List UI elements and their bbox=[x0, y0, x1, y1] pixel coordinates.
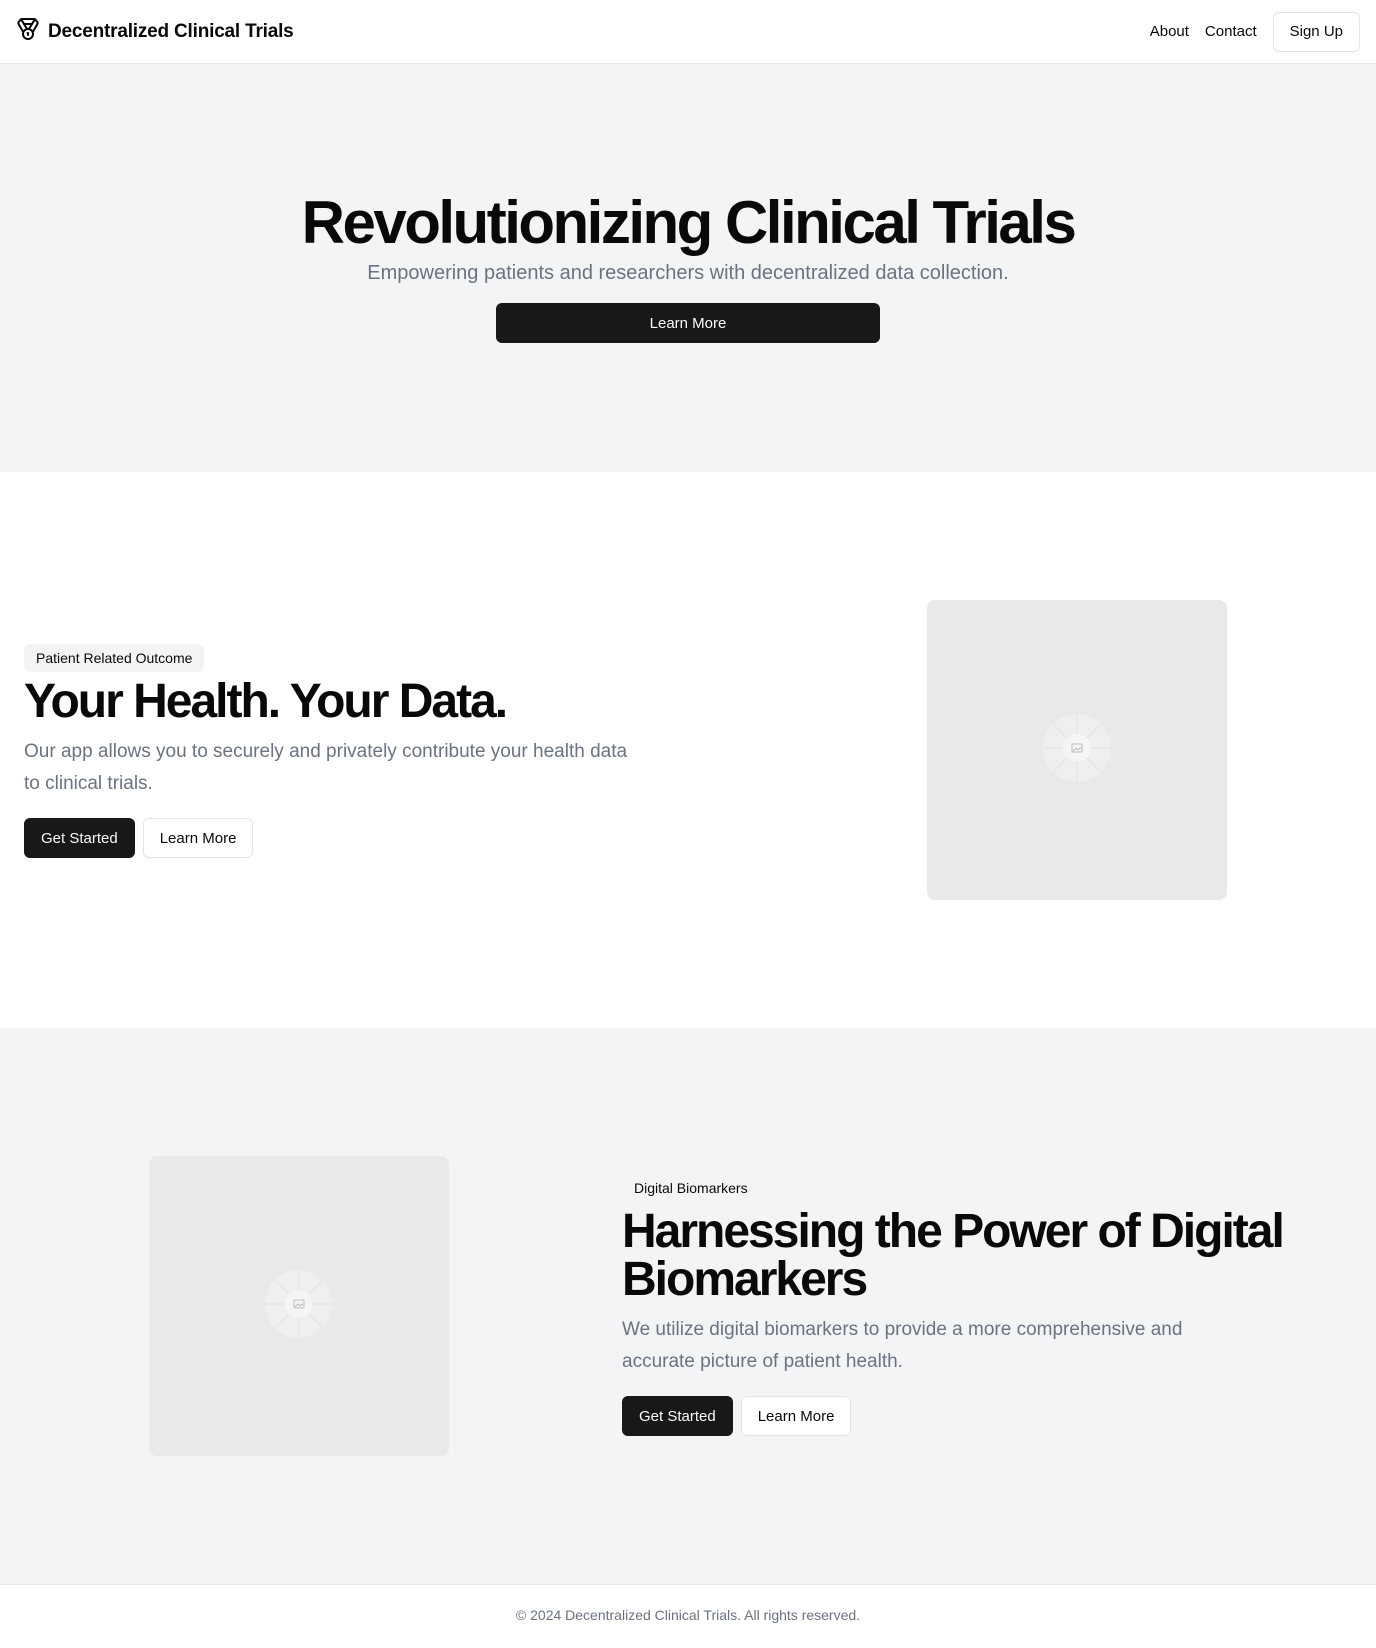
site-footer: © 2024 Decentralized Clinical Trials. Al… bbox=[0, 1584, 1376, 1644]
feature-description: We utilize digital biomarkers to provide… bbox=[622, 1319, 1183, 1372]
feature-section-digital-biomarkers: Digital Biomarkers Harnessing the Power … bbox=[0, 1028, 1376, 1584]
feature-description: Our app allows you to securely and priva… bbox=[24, 741, 628, 794]
learn-more-button[interactable]: Learn More bbox=[740, 1396, 852, 1436]
feature-title: Harnessing the Power of Digital Biomarke… bbox=[622, 1205, 1285, 1306]
get-started-button[interactable]: Get Started bbox=[24, 818, 135, 858]
feature-badge: Digital Biomarkers bbox=[634, 1180, 748, 1196]
feature-image-placeholder bbox=[927, 600, 1227, 900]
nav-contact-link[interactable]: Contact bbox=[1205, 23, 1257, 40]
site-header: Decentralized Clinical Trials About Cont… bbox=[0, 0, 1376, 64]
hero-learn-more-button[interactable]: Learn More bbox=[496, 303, 880, 343]
feature-actions: Get Started Learn More bbox=[24, 818, 644, 858]
brand-name: Decentralized Clinical Trials bbox=[48, 20, 294, 42]
feature-badge: Patient Related Outcome bbox=[24, 644, 205, 672]
learn-more-button[interactable]: Learn More bbox=[142, 818, 254, 858]
feature-image-placeholder bbox=[149, 1156, 449, 1456]
feature-text: Patient Related Outcome Your Health. You… bbox=[24, 644, 644, 858]
hero-subtitle: Empowering patients and researchers with… bbox=[367, 262, 1009, 284]
image-placeholder-icon bbox=[263, 1268, 335, 1345]
feature-text: Digital Biomarkers Harnessing the Power … bbox=[622, 1174, 1322, 1436]
feature-title: Your Health. Your Data. bbox=[24, 675, 508, 728]
main-nav: About Contact Sign Up bbox=[1150, 11, 1360, 52]
hero-title: Revolutionizing Clinical Trials bbox=[301, 189, 1077, 256]
get-started-button[interactable]: Get Started bbox=[622, 1396, 733, 1436]
medal-icon bbox=[16, 17, 40, 46]
sign-up-button[interactable]: Sign Up bbox=[1272, 11, 1360, 52]
image-placeholder-icon bbox=[1041, 712, 1113, 789]
copyright-text: © 2024 Decentralized Clinical Trials. Al… bbox=[515, 1606, 861, 1623]
hero-section: Revolutionizing Clinical Trials Empoweri… bbox=[0, 64, 1376, 472]
feature-section-patient-outcome: Patient Related Outcome Your Health. You… bbox=[0, 472, 1376, 1028]
brand[interactable]: Decentralized Clinical Trials bbox=[16, 17, 294, 46]
nav-about-link[interactable]: About bbox=[1150, 23, 1189, 40]
feature-actions: Get Started Learn More bbox=[622, 1396, 1322, 1436]
